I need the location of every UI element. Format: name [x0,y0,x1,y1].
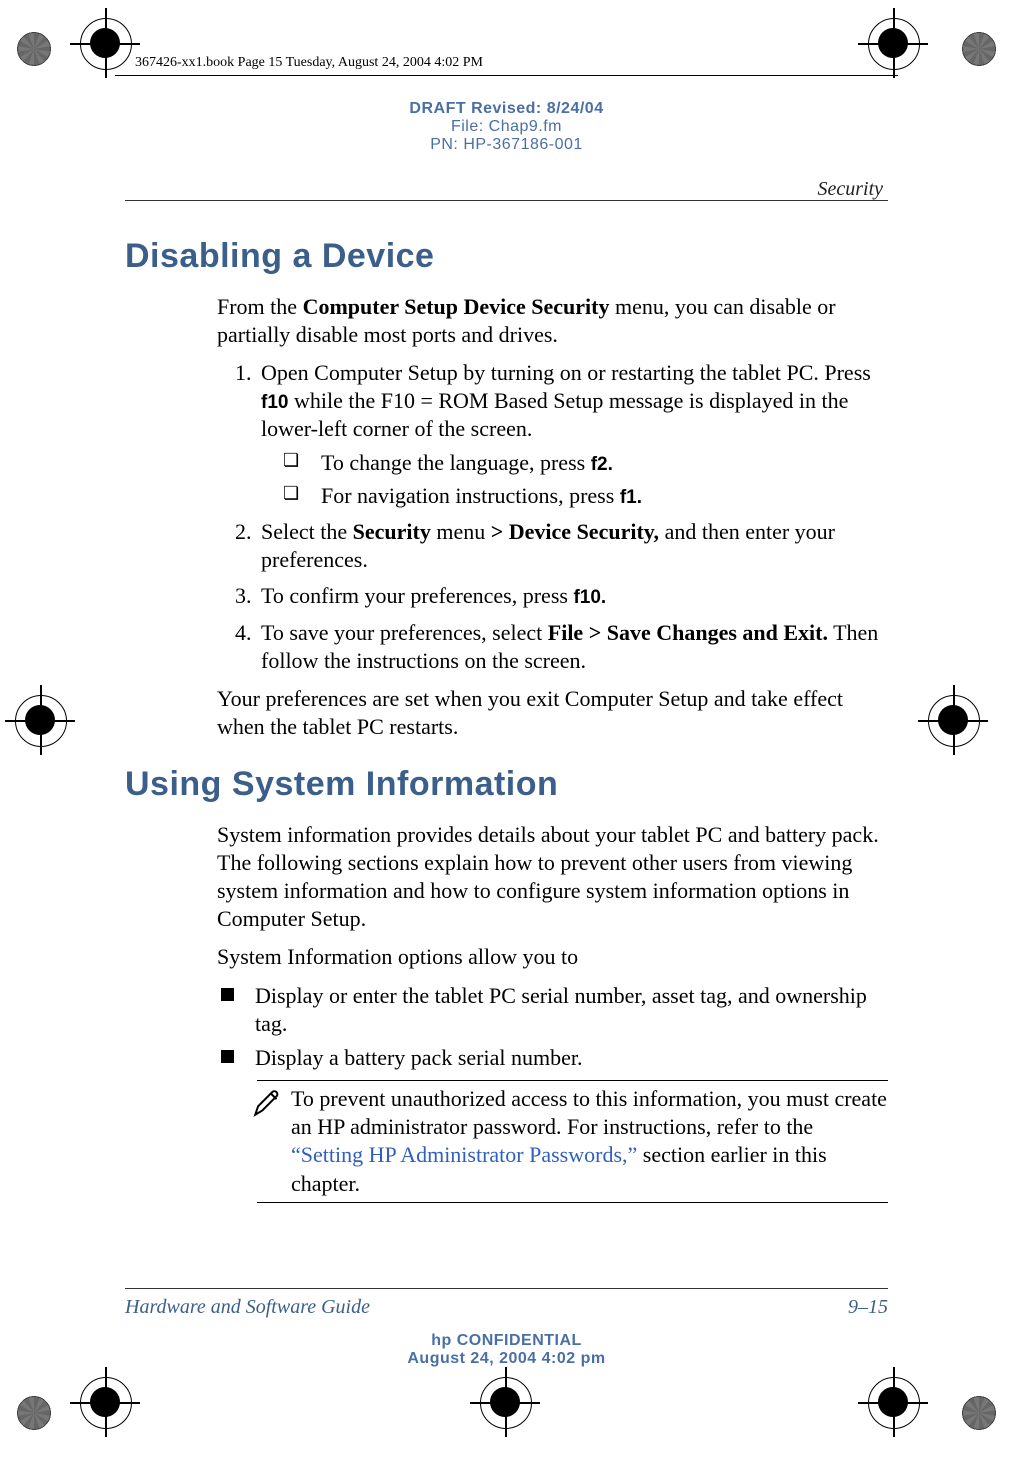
list-item: To confirm your preferences, press f10. [235,582,888,610]
numbered-list: Open Computer Setup by turning on or res… [217,359,888,675]
horizontal-rule [257,1202,888,1203]
paragraph: System information provides details abou… [217,821,888,934]
crosshair-mark-icon [480,1377,550,1447]
text: To change the language, press [321,450,591,475]
horizontal-rule [125,1288,888,1289]
draft-stamp: DRAFT Revised: 8/24/04 File: Chap9.fm PN… [0,100,1013,154]
outro-paragraph: Your preferences are set when you exit C… [217,685,888,741]
draft-line: PN: HP-367186-001 [0,136,1013,154]
crosshair-mark-icon [928,695,998,765]
registration-mark-icon [10,25,58,73]
text: From the [217,294,303,319]
list-item: Display a battery pack serial number. [217,1044,888,1072]
key-label: f2. [591,454,613,475]
text: To prevent unauthorized access to this i… [291,1086,887,1139]
section-heading: Using System Information [125,763,888,807]
confidential-stamp: hp CONFIDENTIAL August 24, 2004 4:02 pm [0,1332,1013,1368]
text: while the F10 = ROM Based Setup message … [261,388,848,441]
list-item: Open Computer Setup by turning on or res… [235,359,888,510]
text: Select the [261,519,353,544]
registration-mark-icon [10,1389,58,1437]
registration-mark-icon [955,25,1003,73]
bullet-list: Display or enter the tablet PC serial nu… [217,982,888,1072]
page-number: 9–15 [848,1296,888,1319]
list-item: For navigation instructions, press f1. [283,482,888,510]
draft-line: DRAFT Revised: 8/24/04 [0,100,1013,118]
section-body: From the Computer Setup Device Security … [217,293,888,742]
document-page: 367426-xx1.book Page 15 Tuesday, August … [0,0,1013,1462]
text-bold: > Device Security, [491,519,659,544]
crosshair-mark-icon [868,18,938,88]
key-label: f10 [261,392,288,413]
crosshair-mark-icon [80,1377,150,1447]
text-bold: File > Save Changes and Exit. [548,620,828,645]
note-icon [251,1085,291,1125]
text: For navigation instructions, press [321,483,620,508]
list-item: To save your preferences, select File > … [235,619,888,675]
confidential-line: hp CONFIDENTIAL [0,1332,1013,1350]
page-content: Disabling a Device From the Computer Set… [125,235,888,1203]
sub-list: To change the language, press f2. For na… [283,449,888,510]
intro-paragraph: From the Computer Setup Device Security … [217,293,888,349]
running-header: Security [817,178,883,201]
text: Open Computer Setup by turning on or res… [261,360,871,385]
cross-reference-link[interactable]: “Setting HP Administrator Passwords,” [291,1142,637,1167]
text-bold: Computer Setup Device Security [303,294,610,319]
list-item: To change the language, press f2. [283,449,888,477]
text: menu [431,519,491,544]
book-info-line: 367426-xx1.book Page 15 Tuesday, August … [135,55,483,71]
draft-line: File: Chap9.fm [0,118,1013,136]
registration-mark-icon [955,1389,1003,1437]
key-label: f1. [620,487,642,508]
text: To confirm your preferences, press [261,583,573,608]
paragraph: System Information options allow you to [217,943,888,971]
text: To save your preferences, select [261,620,548,645]
horizontal-rule [115,75,898,76]
crosshair-mark-icon [15,695,85,765]
text-bold: Security [353,519,431,544]
crosshair-mark-icon [80,18,150,88]
list-item: Select the Security menu > Device Securi… [235,518,888,574]
crosshair-mark-icon [868,1377,938,1447]
list-item: Display or enter the tablet PC serial nu… [217,982,888,1038]
section-body: System information provides details abou… [217,821,888,1072]
note-block: To prevent unauthorized access to this i… [217,1080,888,1203]
section-heading: Disabling a Device [125,235,888,279]
horizontal-rule [125,200,888,201]
note-text: To prevent unauthorized access to this i… [291,1085,888,1198]
footer-title: Hardware and Software Guide [125,1296,370,1319]
confidential-line: August 24, 2004 4:02 pm [0,1350,1013,1368]
key-label: f10. [573,587,606,608]
